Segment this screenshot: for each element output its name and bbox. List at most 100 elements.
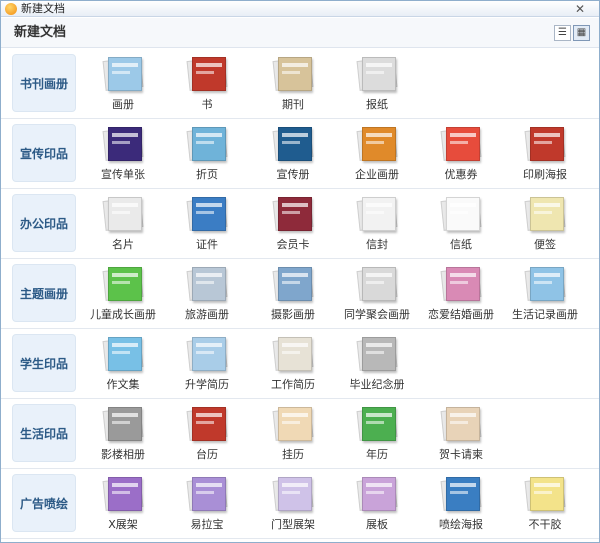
- view-toggle: ☰ ▦: [554, 25, 590, 41]
- template-thumbnail: [436, 263, 486, 305]
- template-label: 宣传单张: [101, 168, 145, 181]
- template-label: 会员卡: [276, 238, 310, 251]
- template-item[interactable]: 名片: [81, 191, 165, 257]
- template-item[interactable]: 书: [165, 51, 249, 117]
- template-label: 报纸: [366, 98, 388, 111]
- template-item[interactable]: 画册: [81, 51, 165, 117]
- template-thumbnail: [98, 263, 148, 305]
- category-row: 广告喷绘 X展架 易拉宝 门型展架 展板 喷绘海报 不干胶: [1, 469, 599, 539]
- template-label: 影楼相册: [101, 448, 145, 461]
- template-label: 恋爱结婚画册: [428, 308, 494, 321]
- close-button[interactable]: ✕: [567, 2, 593, 16]
- template-label: 儿童成长画册: [90, 308, 156, 321]
- template-item[interactable]: 便签: [503, 191, 587, 257]
- template-item[interactable]: 旅游画册: [165, 261, 249, 327]
- template-item[interactable]: 挂历: [251, 401, 335, 467]
- template-item[interactable]: 易拉宝: [165, 471, 249, 537]
- template-item[interactable]: 升学简历: [165, 331, 249, 397]
- template-item[interactable]: 工作简历: [251, 331, 335, 397]
- category-label[interactable]: 办公印品: [12, 194, 76, 252]
- template-item[interactable]: 报纸: [335, 51, 419, 117]
- template-thumbnail: [268, 53, 318, 95]
- template-item[interactable]: 台历: [165, 401, 249, 467]
- template-item[interactable]: 会员卡: [251, 191, 335, 257]
- category-label[interactable]: 主题画册: [12, 264, 76, 322]
- template-item[interactable]: 同学聚会画册: [335, 261, 419, 327]
- template-item[interactable]: 证件: [165, 191, 249, 257]
- window-title: 新建文档: [21, 2, 65, 15]
- template-label: 生活记录画册: [512, 308, 578, 321]
- template-label: 升学简历: [185, 378, 229, 391]
- template-thumbnail: [182, 123, 232, 165]
- template-label: 工作简历: [271, 378, 315, 391]
- template-item[interactable]: 折页: [165, 121, 249, 187]
- category-row: 主题画册儿童成长画册 旅游画册 摄影画册 同学聚会画册 恋爱结婚画册 生活记录画册: [1, 259, 599, 329]
- template-item[interactable]: 不干胶: [503, 471, 587, 537]
- category-label[interactable]: 书刊画册: [12, 54, 76, 112]
- title-bar: 新建文档 ✕: [1, 1, 599, 17]
- template-label: 贺卡请柬: [439, 448, 483, 461]
- template-item[interactable]: X展架: [81, 471, 165, 537]
- template-label: 期刊: [282, 98, 304, 111]
- template-item[interactable]: 作文集: [81, 331, 165, 397]
- category-list: 书刊画册 画册 书 期刊 报纸宣传印品宣传单张 折页 宣传册 企业画册 优惠券 印刷海报办公印品名…: [1, 49, 599, 543]
- template-item[interactable]: 恋爱结婚画册: [419, 261, 503, 327]
- template-thumbnail: [352, 403, 402, 445]
- template-item[interactable]: 展板: [335, 471, 419, 537]
- template-item[interactable]: 宣传册: [251, 121, 335, 187]
- template-label: 名片: [112, 238, 134, 251]
- template-thumbnail: [98, 403, 148, 445]
- template-thumbnail: [182, 403, 232, 445]
- category-row: 书刊画册 画册 书 期刊 报纸: [1, 49, 599, 119]
- template-thumbnail: [520, 263, 570, 305]
- template-item[interactable]: 儿童成长画册: [81, 261, 165, 327]
- template-label: 年历: [366, 448, 388, 461]
- template-thumbnail: [352, 263, 402, 305]
- template-label: 门型展架: [271, 518, 315, 531]
- template-label: 信封: [366, 238, 388, 251]
- category-label[interactable]: 广告喷绘: [12, 474, 76, 532]
- template-label: 毕业纪念册: [349, 378, 405, 391]
- template-thumbnail: [352, 473, 402, 515]
- template-item[interactable]: 优惠券: [419, 121, 503, 187]
- template-item[interactable]: 印刷海报: [503, 121, 587, 187]
- template-thumbnail: [436, 193, 486, 235]
- template-label: 企业画册: [355, 168, 399, 181]
- template-item[interactable]: 企业画册: [335, 121, 419, 187]
- grid-view-button[interactable]: ▦: [573, 25, 590, 41]
- template-item[interactable]: 信纸: [419, 191, 503, 257]
- template-thumbnail: [268, 193, 318, 235]
- template-label: 挂历: [282, 448, 304, 461]
- template-item[interactable]: 贺卡请柬: [419, 401, 503, 467]
- template-item[interactable]: 毕业纪念册: [335, 331, 419, 397]
- template-item[interactable]: 期刊: [251, 51, 335, 117]
- list-view-button[interactable]: ☰: [554, 25, 571, 41]
- template-thumbnail: [182, 333, 232, 375]
- page-title: 新建文档: [14, 25, 67, 40]
- template-item[interactable]: 年历: [335, 401, 419, 467]
- template-thumbnail: [98, 333, 148, 375]
- category-label[interactable]: 学生印品: [12, 334, 76, 392]
- category-row: 宣传印品宣传单张 折页 宣传册 企业画册 优惠券 印刷海报: [1, 119, 599, 189]
- template-thumbnail: [98, 53, 148, 95]
- template-item[interactable]: 生活记录画册: [503, 261, 587, 327]
- template-item[interactable]: 摄影画册: [251, 261, 335, 327]
- template-label: 优惠券: [444, 168, 478, 181]
- category-row: 办公印品名片 证件 会员卡 信封 信纸 便签: [1, 189, 599, 259]
- template-item[interactable]: 宣传单张: [81, 121, 165, 187]
- template-label: 旅游画册: [185, 308, 229, 321]
- template-thumbnail: [268, 403, 318, 445]
- category-label[interactable]: 宣传印品: [12, 124, 76, 182]
- template-thumbnail: [98, 473, 148, 515]
- template-label: 信纸: [450, 238, 472, 251]
- category-label[interactable]: 生活印品: [12, 404, 76, 462]
- template-item[interactable]: 信封: [335, 191, 419, 257]
- template-thumbnail: [98, 123, 148, 165]
- template-thumbnail: [520, 193, 570, 235]
- template-item[interactable]: 影楼相册: [81, 401, 165, 467]
- template-label: 书: [201, 98, 213, 111]
- template-item[interactable]: 喷绘海报: [419, 471, 503, 537]
- template-thumbnail: [182, 263, 232, 305]
- template-item[interactable]: 门型展架: [251, 471, 335, 537]
- template-label: X展架: [108, 518, 138, 531]
